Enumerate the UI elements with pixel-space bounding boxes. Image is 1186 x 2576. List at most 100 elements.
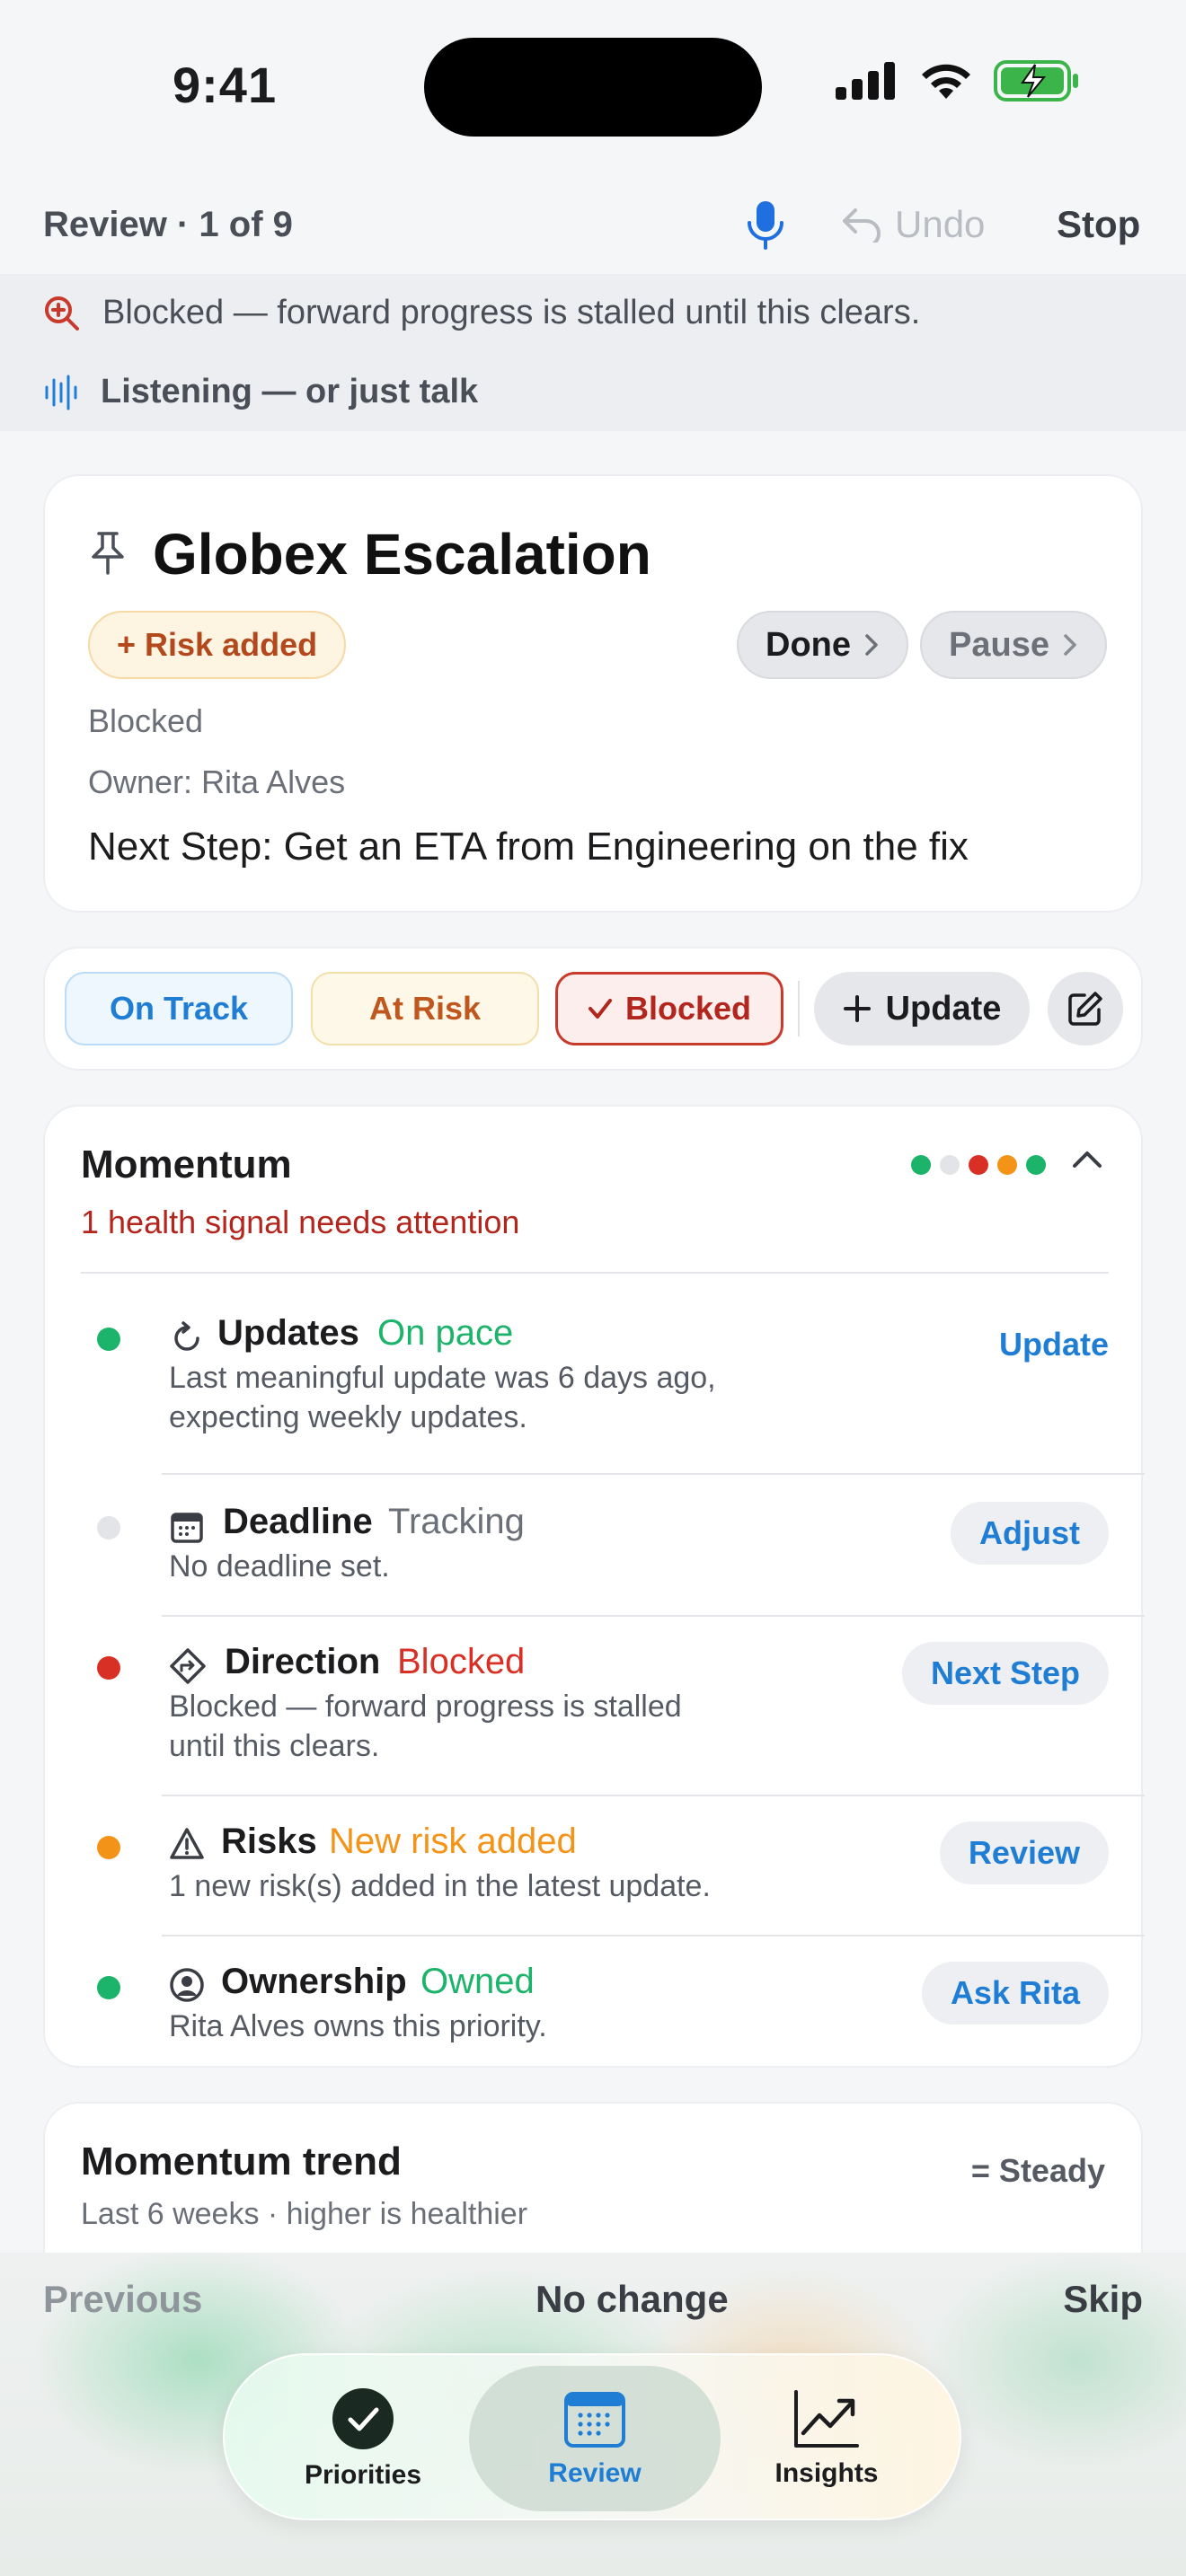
status-banner: Blocked — forward progress is stalled un… bbox=[0, 274, 1186, 431]
signal-description: Last meaningful update was 6 days ago, e… bbox=[169, 1361, 716, 1434]
health-dot bbox=[911, 1155, 931, 1175]
calendar-icon bbox=[171, 1513, 203, 1543]
battery-charging-icon bbox=[994, 60, 1078, 101]
status-dot bbox=[97, 1976, 120, 1999]
pause-label: Pause bbox=[949, 625, 1049, 664]
skip-button[interactable]: Skip bbox=[1063, 2278, 1143, 2321]
chevron-up-icon[interactable] bbox=[1069, 1146, 1105, 1173]
health-dot bbox=[969, 1155, 988, 1175]
plus-icon bbox=[843, 995, 871, 1022]
checkmark-circle-icon bbox=[332, 2388, 394, 2449]
waveform-icon bbox=[45, 375, 77, 410]
health-dots bbox=[911, 1155, 1046, 1175]
add-update-label: Update bbox=[885, 989, 1002, 1028]
signal-name: Ownership bbox=[221, 1962, 407, 2001]
ask-owner-button[interactable]: Ask Rita bbox=[921, 1962, 1109, 2025]
dynamic-island bbox=[424, 38, 762, 137]
checkmark-icon bbox=[588, 999, 612, 1019]
priority-title: Globex Escalation bbox=[153, 522, 651, 587]
no-change-button[interactable]: No change bbox=[535, 2278, 729, 2321]
pin-icon[interactable] bbox=[88, 530, 128, 577]
listening-row: Listening — or just talk bbox=[43, 373, 478, 411]
done-label: Done bbox=[766, 625, 851, 664]
done-button[interactable]: Done bbox=[737, 611, 908, 679]
next-step-button[interactable]: Next Step bbox=[901, 1642, 1109, 1705]
tab-priorities[interactable]: Priorities bbox=[237, 2366, 489, 2511]
divider bbox=[81, 1272, 1109, 1274]
risk-added-chip: + Risk added bbox=[88, 611, 347, 679]
signal-state: New risk added bbox=[329, 1822, 577, 1861]
tab-insights[interactable]: Insights bbox=[701, 2366, 952, 2511]
signal-state: Blocked bbox=[397, 1642, 526, 1681]
status-dot bbox=[97, 1836, 120, 1859]
signal-name: Risks bbox=[221, 1822, 317, 1861]
tab-bar: Priorities Review Insights bbox=[223, 2353, 961, 2520]
status-dot bbox=[97, 1516, 120, 1539]
zoom-alert-icon bbox=[45, 296, 79, 331]
signal-name: Updates bbox=[217, 1313, 359, 1353]
banner-message-row: Blocked — forward progress is stalled un… bbox=[43, 294, 920, 332]
undo-label: Undo bbox=[895, 203, 986, 245]
pause-button[interactable]: Pause bbox=[920, 611, 1107, 679]
banner-message: Blocked — forward progress is stalled un… bbox=[102, 294, 921, 331]
undo-button[interactable]: Undo bbox=[841, 203, 985, 246]
priority-owner: Owner: Rita Alves bbox=[88, 763, 346, 800]
signal-row-ownership: Ownership Owned Rita Alves owns this pri… bbox=[45, 1935, 1145, 2069]
refresh-icon bbox=[174, 1321, 199, 1351]
blocked-option-label: Blocked bbox=[624, 990, 752, 1027]
blocked-option[interactable]: Blocked bbox=[555, 972, 783, 1045]
tab-label: Priorities bbox=[304, 2460, 422, 2490]
trend-chart-icon bbox=[794, 2390, 859, 2448]
status-selector: On Track At Risk Blocked Update bbox=[43, 947, 1143, 1071]
chevron-right-icon bbox=[1064, 634, 1076, 656]
previous-button[interactable]: Previous bbox=[43, 2278, 202, 2321]
warning-icon bbox=[170, 1828, 204, 1859]
signal-row-direction: Direction Blocked Blocked — forward prog… bbox=[45, 1615, 1145, 1796]
momentum-title: Momentum bbox=[81, 1142, 292, 1187]
priority-next-step[interactable]: Next Step: Get an ETA from Engineering o… bbox=[88, 825, 969, 869]
signal-state: Tracking bbox=[388, 1502, 525, 1541]
signal-row-updates: Updates On pace Last meaningful update w… bbox=[45, 1295, 1145, 1475]
review-button[interactable]: Review bbox=[939, 1822, 1109, 1884]
listening-label: Listening — or just talk bbox=[101, 373, 479, 410]
compose-icon bbox=[1068, 992, 1102, 1026]
stop-button[interactable]: Stop bbox=[1057, 203, 1140, 246]
trend-title: Momentum trend bbox=[81, 2139, 402, 2183]
signal-state: Owned bbox=[420, 1962, 535, 2001]
momentum-card: Momentum 1 health signal needs attention… bbox=[43, 1105, 1145, 2069]
on-track-option[interactable]: On Track bbox=[65, 972, 293, 1045]
adjust-button[interactable]: Adjust bbox=[951, 1502, 1109, 1565]
direction-icon bbox=[170, 1648, 206, 1684]
calendar-grid-icon bbox=[564, 2392, 625, 2448]
signal-row-risks: Risks New risk added 1 new risk(s) added… bbox=[45, 1795, 1145, 1936]
tab-review[interactable]: Review bbox=[469, 2366, 721, 2511]
health-dot bbox=[940, 1155, 960, 1175]
signal-name: Deadline bbox=[223, 1502, 373, 1541]
health-dot bbox=[997, 1155, 1017, 1175]
add-update-button[interactable]: Update bbox=[814, 972, 1030, 1045]
signal-row-deadline: Deadline Tracking No deadline set. Adjus… bbox=[45, 1475, 1145, 1617]
undo-icon bbox=[843, 208, 881, 243]
update-action-button[interactable]: Update bbox=[999, 1313, 1109, 1376]
signal-description: 1 new risk(s) added in the latest update… bbox=[169, 1869, 711, 1903]
signal-description: Blocked — forward progress is stalled un… bbox=[169, 1689, 682, 1763]
tab-label: Insights bbox=[774, 2458, 879, 2488]
health-dot bbox=[1026, 1155, 1046, 1175]
trend-subtitle: Last 6 weeks · higher is healthier bbox=[81, 2197, 528, 2231]
edit-button[interactable] bbox=[1048, 972, 1123, 1045]
cellular-signal-icon bbox=[836, 62, 895, 100]
status-bar: 9:41 bbox=[0, 0, 1186, 171]
momentum-attention-text: 1 health signal needs attention bbox=[81, 1204, 520, 1240]
signal-description: No deadline set. bbox=[169, 1549, 390, 1584]
status-dot bbox=[97, 1328, 120, 1351]
priority-card: Globex Escalation + Risk added Done Paus… bbox=[43, 474, 1143, 913]
tab-label: Review bbox=[548, 2458, 642, 2488]
signal-name: Direction bbox=[225, 1642, 381, 1681]
review-progress-title: Review · 1 of 9 bbox=[43, 205, 293, 244]
at-risk-option[interactable]: At Risk bbox=[311, 972, 539, 1045]
bottom-bar: Previous No change Skip Priorities Revie… bbox=[0, 2253, 1186, 2576]
priority-status: Blocked bbox=[88, 702, 204, 739]
trend-state: = Steady bbox=[970, 2152, 1105, 2189]
microphone-icon[interactable] bbox=[742, 199, 789, 250]
status-icons bbox=[836, 59, 1080, 102]
